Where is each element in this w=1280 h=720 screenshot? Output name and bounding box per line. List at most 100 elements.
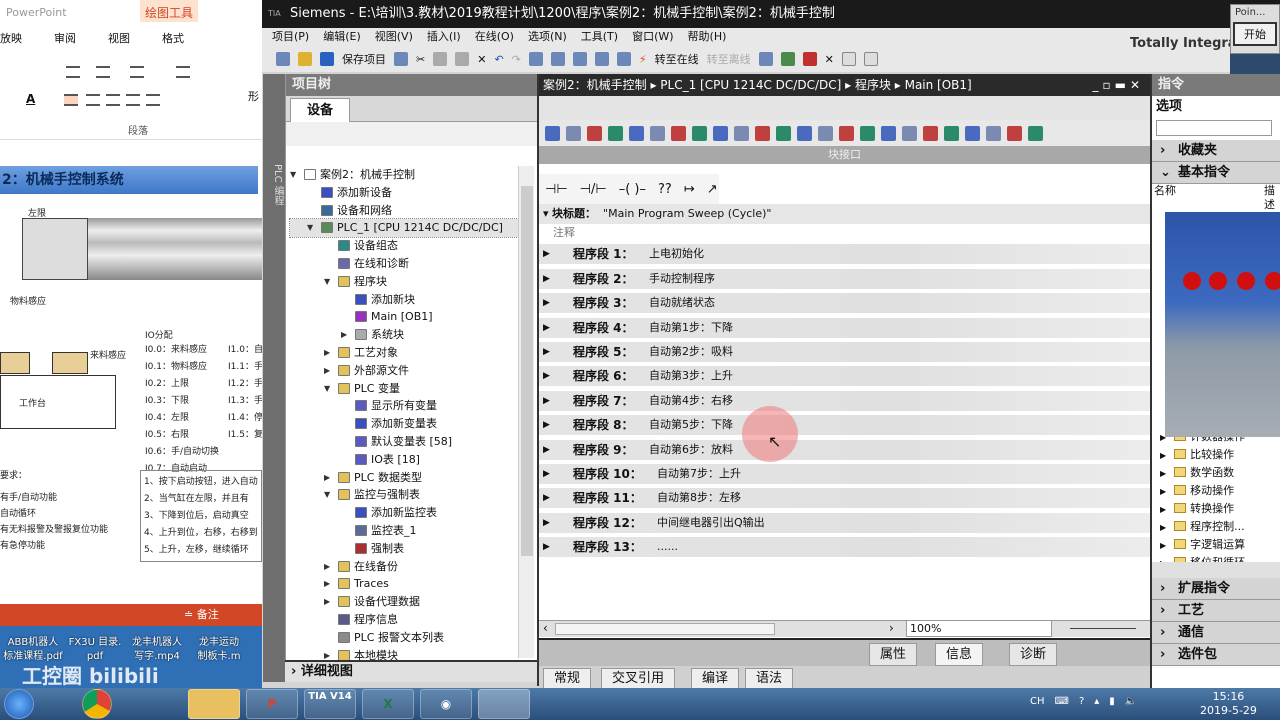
expand-arrow-icon[interactable]: ▶	[1160, 559, 1166, 562]
editor-tool-icon[interactable]	[923, 125, 938, 141]
instruction-section[interactable]: › 选件包	[1152, 644, 1280, 666]
tree-item[interactable]: 添加新监控表	[290, 504, 520, 522]
expand-arrow-icon[interactable]: ▶	[543, 513, 550, 533]
network-comment[interactable]: 自动第2步：吸料	[649, 342, 733, 362]
shape-label[interactable]: 形	[248, 88, 259, 104]
redo-icon[interactable]: ↷	[512, 53, 521, 66]
coil-icon[interactable]: –( )–	[619, 182, 646, 197]
collapse-arrow-icon[interactable]: ▼	[324, 486, 334, 504]
editor-tool-icon[interactable]	[608, 125, 623, 141]
show-hidden-icon[interactable]: ▴	[1094, 696, 1099, 707]
undo-icon[interactable]: ↶	[494, 53, 503, 66]
network-comment[interactable]: 中间继电器引出Q输出	[657, 513, 765, 533]
collapse-arrow-icon[interactable]: ▼	[290, 166, 300, 184]
accessible-devices-icon[interactable]	[758, 52, 773, 66]
powerpoint-icon[interactable]: P	[246, 689, 298, 719]
options-search-input[interactable]	[1156, 120, 1272, 136]
start-button[interactable]: 开始	[1233, 22, 1277, 46]
editor-hscrollbar[interactable]: ‹ ›	[539, 620, 1150, 637]
editor-tool-icon[interactable]	[881, 125, 896, 141]
paste-icon[interactable]	[455, 52, 470, 66]
list-hscrollbar[interactable]	[1152, 562, 1280, 578]
network-row[interactable]: ▶ 程序段 3： 自动就绪状态	[539, 293, 1150, 314]
distributed-icon[interactable]	[146, 94, 160, 106]
editor-tool-icon[interactable]	[1028, 125, 1043, 141]
delete-icon[interactable]: ✕	[477, 53, 486, 66]
col-desc[interactable]: 描述	[1264, 184, 1280, 212]
block-comment[interactable]: 注释	[539, 224, 1150, 240]
tree-item[interactable]: ▶ Traces	[290, 575, 520, 593]
expand-arrow-icon[interactable]: ▶	[324, 469, 334, 487]
editor-tool-icon[interactable]	[797, 125, 812, 141]
network-comment[interactable]: 自动第6步：放料	[649, 440, 733, 460]
explorer-icon[interactable]	[188, 689, 240, 719]
tab-review[interactable]: 审阅	[54, 30, 76, 46]
scroll-thumb[interactable]	[521, 186, 533, 556]
editor-tool-icon[interactable]	[671, 125, 686, 141]
tree-item[interactable]: ▶ 在线备份	[290, 558, 520, 576]
instruction-folder[interactable]: ▶ 移动操作	[1152, 482, 1280, 500]
expand-arrow-icon[interactable]: ▶	[543, 342, 550, 362]
compile-icon[interactable]	[528, 52, 543, 66]
scroll-right-icon[interactable]: ›	[889, 621, 894, 635]
tree-item[interactable]: 添加新设备	[290, 184, 520, 202]
network-comment[interactable]: 自动第1步：下降	[649, 318, 733, 338]
tree-item[interactable]: PLC 报警文本列表	[290, 629, 520, 647]
expand-arrow-icon[interactable]: ▶	[543, 269, 550, 289]
menu-item[interactable]: 窗口(W)	[632, 28, 673, 46]
tree-item[interactable]: ▶ 工艺对象	[290, 344, 520, 362]
tree-item[interactable]: 监控表_1	[290, 522, 520, 540]
tree-item[interactable]: ▼ 程序块	[290, 273, 520, 291]
editor-tool-icon[interactable]	[818, 125, 833, 141]
network-comment[interactable]: 自动第5步：下降	[649, 415, 733, 435]
expand-arrow-icon[interactable]: ▶	[324, 575, 334, 593]
zoom-slider[interactable]	[1070, 628, 1136, 629]
portal-view-strip[interactable]: PLC 编程	[263, 74, 285, 682]
network-comment[interactable]: 自动第8步：左移	[657, 488, 741, 508]
expand-arrow-icon[interactable]: ▶	[543, 293, 550, 313]
window-controls[interactable]: _▫▬✕	[1092, 74, 1144, 96]
tree-item[interactable]: ▼ PLC 变量	[290, 380, 520, 398]
expand-arrow-icon[interactable]: ▶	[1160, 487, 1166, 496]
tree-item[interactable]: ▼ PLC_1 [CPU 1214C DC/DC/DC]	[289, 218, 521, 239]
expand-arrow-icon[interactable]: ▶	[543, 391, 550, 411]
download-icon[interactable]	[550, 52, 565, 66]
expand-arrow-icon[interactable]: ▶	[543, 537, 550, 557]
tab-drawing-tools[interactable]: 绘图工具	[140, 0, 198, 22]
line-spacing-icon[interactable]	[176, 66, 190, 78]
instruction-folder[interactable]: ▶ 程序控制...	[1152, 518, 1280, 536]
tree-item[interactable]: 程序信息	[290, 611, 520, 629]
instruction-folder[interactable]: ▶ 比较操作	[1152, 446, 1280, 464]
no-contact-icon[interactable]: ⊣⊢	[545, 182, 568, 197]
tree-item[interactable]: ▶ 系统块	[290, 326, 520, 344]
tab-compile[interactable]: 编译	[691, 668, 740, 688]
split-vertical-icon[interactable]	[863, 52, 878, 66]
numbering-icon[interactable]	[96, 66, 110, 78]
tree-item[interactable]: 添加新变量表	[290, 415, 520, 433]
network-comment[interactable]: 自动第7步：上升	[657, 464, 741, 484]
expand-arrow-icon[interactable]: ▶	[543, 415, 550, 435]
expand-arrow-icon[interactable]: ▶	[543, 440, 550, 460]
network-icon[interactable]: ▮	[1109, 696, 1115, 707]
start-cpu-icon[interactable]	[780, 52, 795, 66]
tree-item[interactable]: 添加新块	[290, 291, 520, 309]
menu-item[interactable]: 编辑(E)	[323, 28, 361, 46]
chrome-icon[interactable]	[82, 689, 112, 719]
editor-tool-icon[interactable]	[776, 125, 791, 141]
save-project-button[interactable]: 保存项目	[342, 51, 386, 67]
align-center-icon[interactable]	[86, 94, 100, 106]
print-icon[interactable]	[394, 52, 408, 66]
expand-arrow-icon[interactable]: ▶	[543, 244, 550, 264]
tab-view[interactable]: 视图	[108, 30, 130, 46]
network-row[interactable]: ▶ 程序段 7： 自动第4步：右移	[539, 390, 1150, 411]
align-left-icon[interactable]	[64, 94, 78, 106]
start-button[interactable]	[4, 689, 34, 719]
tab-general[interactable]: 常规	[543, 668, 592, 688]
input-language[interactable]: CH	[1030, 696, 1045, 707]
editor-tool-icon[interactable]	[965, 125, 980, 141]
editor-tool-icon[interactable]	[860, 125, 875, 141]
camera-app-icon[interactable]: ◉	[420, 689, 472, 719]
network-comment[interactable]: 自动就绪状态	[649, 293, 715, 313]
paint-app-icon[interactable]	[478, 689, 530, 719]
instruction-section[interactable]: › 通信	[1152, 622, 1280, 644]
